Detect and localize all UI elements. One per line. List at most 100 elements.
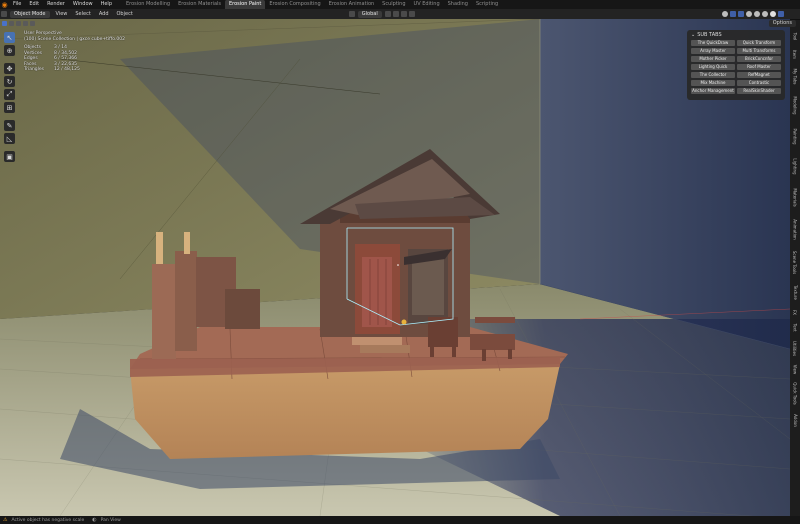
- blender-logo-icon[interactable]: ◉: [0, 0, 9, 9]
- solid-shading-icon[interactable]: [754, 11, 760, 17]
- menu-window[interactable]: Window: [69, 0, 97, 9]
- magnet-icon[interactable]: [400, 11, 407, 17]
- menu-edit[interactable]: Edit: [25, 0, 43, 9]
- scale-tool[interactable]: ⤢: [4, 89, 15, 100]
- sidebar-tab[interactable]: FX: [790, 306, 800, 318]
- cube-icon: ▣: [6, 152, 13, 161]
- workspace-tabs: Erosion Modelling Erosion Materials Eros…: [122, 0, 502, 9]
- material-shading-icon[interactable]: [762, 11, 768, 17]
- tab-erosion-compositing[interactable]: Erosion Compositing: [265, 0, 324, 9]
- measure-tool[interactable]: ◺: [4, 133, 15, 144]
- rotate-tool[interactable]: ↻: [4, 76, 15, 87]
- visibility-icon[interactable]: [722, 11, 728, 17]
- menu-file[interactable]: File: [9, 0, 25, 9]
- sidebar-tab[interactable]: My Tabs: [790, 64, 800, 88]
- menu-help[interactable]: Help: [97, 0, 116, 9]
- realskinshader-button[interactable]: RealSkinShader: [737, 88, 781, 94]
- proportional-edit-icon[interactable]: [408, 11, 415, 17]
- menu-add[interactable]: Add: [95, 9, 113, 19]
- tab-uv-editing[interactable]: UV Editing: [410, 0, 444, 9]
- mother-picker-button[interactable]: Mother Picker: [691, 56, 735, 62]
- top-menu-bar: ◉ File Edit Render Window Help Erosion M…: [0, 0, 800, 9]
- sidebar-tab[interactable]: Texture: [790, 280, 800, 304]
- sidebar-tabs: Tool Item My Tabs Modeling Painting Ligh…: [790, 28, 800, 518]
- tab-scripting[interactable]: Scripting: [472, 0, 502, 9]
- menu-object[interactable]: Object: [113, 9, 137, 19]
- overlay-toggle-icon[interactable]: [738, 11, 744, 17]
- sidebar-tab[interactable]: View: [790, 362, 800, 376]
- mix-machine-button[interactable]: Mix Machine: [691, 80, 735, 86]
- sidebar-tab[interactable]: Addon: [790, 410, 800, 430]
- tab-erosion-animation[interactable]: Erosion Animation: [325, 0, 378, 9]
- scene-render: [0, 19, 790, 516]
- move-tool[interactable]: ✥: [4, 63, 15, 74]
- roof-master-button[interactable]: Roof Master: [737, 64, 781, 70]
- sub-tabs-header[interactable]: ⌄ SUB TABS: [687, 30, 785, 40]
- rotate-icon: ↻: [6, 77, 13, 86]
- tool-shelf: ↖ ⊕ ✥ ↻ ⤢ ⊞ ✎ ◺ ▣: [4, 32, 16, 162]
- xray-icon[interactable]: [778, 11, 784, 17]
- transform-icon: ⊞: [6, 103, 13, 112]
- 3d-viewport[interactable]: [0, 19, 790, 516]
- main-menus: File Edit Render Window Help: [9, 0, 116, 9]
- mode-dropdown[interactable]: Object Mode: [10, 10, 50, 18]
- tab-erosion-modelling[interactable]: Erosion Modelling: [122, 0, 174, 9]
- quickdraw-button[interactable]: The QuickDraw: [691, 40, 735, 46]
- select-mode-invert-icon[interactable]: [23, 20, 28, 26]
- menu-view[interactable]: View: [52, 9, 72, 19]
- sidebar-tab[interactable]: Tool: [790, 28, 800, 44]
- options-dropdown[interactable]: Options: [768, 20, 796, 27]
- brick-button[interactable]: BrickConcnfor: [737, 56, 781, 62]
- transform-tool[interactable]: ⊞: [4, 102, 15, 113]
- pivot-icon[interactable]: [384, 11, 391, 17]
- tab-shading[interactable]: Shading: [444, 0, 472, 9]
- wireframe-shading-icon[interactable]: [746, 11, 752, 17]
- lighting-quick-button[interactable]: Lighting Quick: [691, 64, 735, 70]
- select-mode-new-icon[interactable]: [2, 20, 7, 26]
- move-icon: ✥: [6, 64, 13, 73]
- anchor-management-button[interactable]: Anchor Management: [691, 88, 735, 94]
- array-master-button[interactable]: Array Master: [691, 48, 735, 54]
- sub-tabs-title: SUB TABS: [697, 32, 722, 38]
- sidebar-tab[interactable]: Item: [790, 46, 800, 62]
- pencil-icon: ✎: [6, 121, 13, 130]
- status-message: Active object has negative scale: [11, 517, 85, 523]
- select-mode-extend-icon[interactable]: [9, 20, 14, 26]
- snap-icon[interactable]: [392, 11, 399, 17]
- viewport-stats-overlay: User Perspective (100) Scene Collection …: [24, 31, 125, 73]
- annotate-tool[interactable]: ✎: [4, 120, 15, 131]
- select-mode-subtract-icon[interactable]: [16, 20, 21, 26]
- ruler-icon: ◺: [6, 134, 13, 143]
- sidebar-tab[interactable]: Materials: [790, 182, 800, 212]
- transform-orientation-dropdown[interactable]: Global: [357, 10, 382, 18]
- sidebar-tab[interactable]: Animation: [790, 214, 800, 244]
- select-box-tool[interactable]: ↖: [4, 32, 15, 43]
- sidebar-tab[interactable]: Scene Tools: [790, 246, 800, 278]
- status-view-hint: Pan View: [100, 517, 121, 523]
- sidebar-tab[interactable]: Painting: [790, 122, 800, 150]
- sidebar-tab[interactable]: Lighting: [790, 152, 800, 180]
- menu-render[interactable]: Render: [43, 0, 69, 9]
- refmagnet-button[interactable]: RefMagnet: [737, 72, 781, 78]
- quick-transform-button[interactable]: Quick Transform: [737, 40, 781, 46]
- rendered-shading-icon[interactable]: [770, 11, 776, 17]
- cursor-tool[interactable]: ⊕: [4, 45, 15, 56]
- sidebar-tab[interactable]: Quick Tools: [790, 378, 800, 408]
- multi-transforms-button[interactable]: Multi Transforms: [737, 48, 781, 54]
- menu-select[interactable]: Select: [71, 9, 94, 19]
- sidebar-tab[interactable]: Utilities: [790, 336, 800, 360]
- chevron-down-icon: ⌄: [691, 32, 696, 38]
- warning-icon: ⚠: [3, 517, 8, 523]
- tab-sculpting[interactable]: Sculpting: [378, 0, 409, 9]
- status-bar: ⚠ Active object has negative scale ◐ Pan…: [0, 516, 800, 524]
- sidebar-tab[interactable]: Modeling: [790, 90, 800, 120]
- tab-erosion-materials[interactable]: Erosion Materials: [174, 0, 225, 9]
- contrastic-button[interactable]: Contrastic: [737, 80, 781, 86]
- tab-erosion-paint[interactable]: Erosion Paint: [225, 0, 266, 9]
- gizmo-toggle-icon[interactable]: [730, 11, 736, 17]
- select-mode-intersect-icon[interactable]: [30, 20, 35, 26]
- the-collector-button[interactable]: The Collector: [691, 72, 735, 78]
- editor-type-icon[interactable]: [1, 11, 7, 17]
- add-cube-tool[interactable]: ▣: [4, 151, 15, 162]
- sidebar-tab[interactable]: Text: [790, 320, 800, 334]
